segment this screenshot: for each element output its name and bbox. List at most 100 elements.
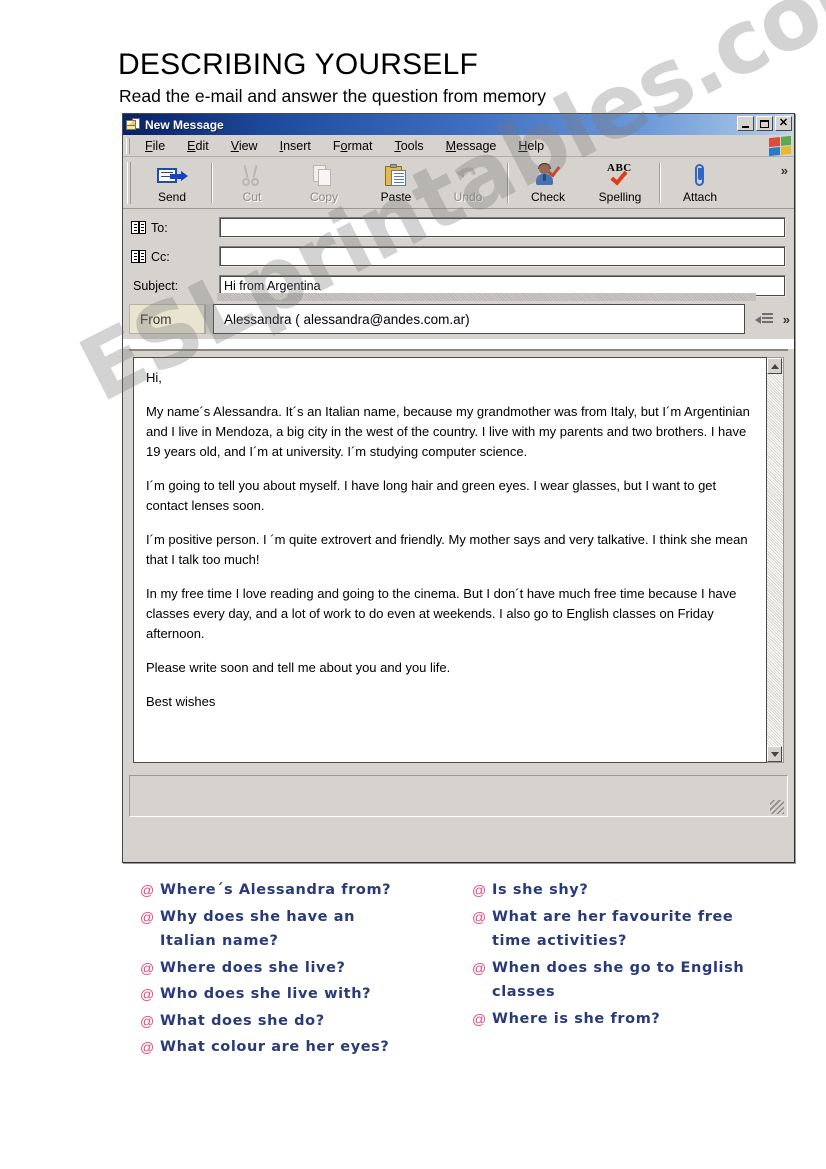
cut-label: Cut bbox=[242, 189, 262, 204]
paste-button[interactable]: Paste bbox=[360, 159, 432, 207]
from-indent-button[interactable] bbox=[749, 304, 779, 334]
body-paragraph: I´m positive person. I ´m quite extrover… bbox=[146, 532, 748, 567]
cc-row: Cc: bbox=[131, 244, 786, 269]
minimize-icon bbox=[742, 125, 749, 128]
menu-item-insert[interactable]: Insert bbox=[269, 137, 322, 155]
window-statusbar bbox=[129, 775, 788, 817]
from-input[interactable]: Alessandra ( alessandra@andes.com.ar) bbox=[213, 304, 745, 334]
menu-item-edit[interactable]: Edit bbox=[176, 137, 220, 155]
question-text: Is she shy? bbox=[492, 882, 589, 898]
to-label-group[interactable]: To: bbox=[131, 221, 219, 235]
undo-button[interactable]: Undo bbox=[432, 159, 504, 207]
check-names-button[interactable]: Check bbox=[512, 159, 584, 207]
menubar-gripper[interactable] bbox=[126, 137, 130, 154]
close-button[interactable]: ✕ bbox=[775, 116, 792, 131]
page-subtitle: Read the e-mail and answer the question … bbox=[119, 86, 547, 106]
at-bullet-icon: @ bbox=[140, 908, 155, 925]
body-paragraph: Please write soon and tell me about you … bbox=[146, 660, 451, 675]
body-paragraph: Best wishes bbox=[146, 694, 216, 709]
questions-left-column: @ Where´s Alessandra from? @ Why does sh… bbox=[138, 878, 428, 1062]
questions-section: @ Where´s Alessandra from? @ Why does sh… bbox=[138, 878, 778, 1062]
copy-label: Copy bbox=[309, 189, 338, 204]
message-body-text[interactable]: Hi, My name´s Alessandra. It´s an Italia… bbox=[133, 357, 767, 763]
question-text: What does she do? bbox=[160, 1012, 325, 1029]
toolbar-separator bbox=[211, 162, 213, 203]
copy-pages-icon bbox=[307, 163, 341, 189]
toolbar-gripper[interactable] bbox=[127, 161, 131, 204]
list-item: @ Where´s Alessandra from? bbox=[138, 878, 428, 903]
from-overflow-chevron-icon[interactable]: » bbox=[783, 312, 790, 327]
menu-item-help[interactable]: Help bbox=[507, 137, 555, 155]
menu-item-file[interactable]: File bbox=[134, 137, 176, 155]
new-message-window: New Message ✕ File Edit View Insert Form… bbox=[122, 113, 795, 863]
window-title: New Message bbox=[145, 117, 224, 132]
menu-item-format[interactable]: Format bbox=[322, 137, 384, 155]
spelling-button[interactable]: ABC Spelling bbox=[584, 159, 656, 207]
list-item: @ Where does she live? bbox=[138, 956, 428, 981]
body-vertical-scrollbar[interactable] bbox=[767, 357, 784, 763]
menu-item-message[interactable]: Message bbox=[435, 137, 508, 155]
resize-grip-handle[interactable] bbox=[770, 800, 784, 814]
list-item: @ What colour are her eyes? bbox=[138, 1035, 428, 1060]
window-titlebar: New Message ✕ bbox=[123, 114, 794, 135]
to-input[interactable] bbox=[219, 217, 786, 238]
scroll-up-button[interactable] bbox=[767, 358, 782, 374]
at-bullet-icon: @ bbox=[140, 1012, 155, 1029]
question-text: Why does she have an Italian name? bbox=[160, 908, 356, 950]
to-row: To: bbox=[131, 215, 786, 240]
list-item: @ Is she shy? bbox=[470, 878, 760, 903]
menu-item-view[interactable]: View bbox=[220, 137, 269, 155]
at-bullet-icon: @ bbox=[140, 986, 155, 1002]
copy-button[interactable]: Copy bbox=[288, 159, 360, 207]
body-paragraph: My name´s Alessandra. It´s an Italian na… bbox=[146, 404, 750, 459]
body-paragraph: In my free time I love reading and going… bbox=[146, 586, 737, 641]
from-label: From bbox=[129, 304, 205, 334]
message-body-panel: Hi, My name´s Alessandra. It´s an Italia… bbox=[129, 349, 788, 767]
subject-label: Subject: bbox=[133, 278, 179, 293]
scroll-down-button[interactable] bbox=[767, 746, 782, 762]
cc-input[interactable] bbox=[219, 246, 786, 267]
list-item: @ Why does she have an Italian name? bbox=[138, 905, 428, 954]
cut-button[interactable]: Cut bbox=[216, 159, 288, 207]
panel-gap bbox=[123, 339, 794, 349]
question-text: Where does she live? bbox=[160, 959, 346, 976]
send-label: Send bbox=[157, 189, 187, 204]
address-book-icon[interactable] bbox=[131, 250, 146, 263]
list-item: @ When does she go to English classes bbox=[470, 956, 760, 1005]
at-bullet-icon: @ bbox=[140, 959, 155, 976]
question-text: What colour are her eyes? bbox=[160, 1039, 390, 1055]
list-item: @ What does she do? bbox=[138, 1009, 428, 1034]
scissors-icon bbox=[235, 163, 269, 189]
windows-flag-icon bbox=[769, 135, 791, 157]
cc-label-group[interactable]: Cc: bbox=[131, 250, 219, 264]
indent-icon bbox=[754, 312, 773, 326]
undo-arrow-icon bbox=[451, 163, 485, 189]
toolbar-separator bbox=[507, 162, 509, 203]
check-names-icon bbox=[531, 163, 565, 189]
send-button[interactable]: Send bbox=[136, 159, 208, 207]
spelling-label: Spelling bbox=[598, 189, 642, 204]
at-bullet-icon: @ bbox=[140, 1039, 155, 1055]
message-header-fields: To: Cc: Subject: Hi from Argentina From bbox=[123, 209, 794, 339]
menu-item-tools[interactable]: Tools bbox=[383, 137, 434, 155]
paste-label: Paste bbox=[380, 189, 412, 204]
at-bullet-icon: @ bbox=[472, 882, 487, 898]
close-icon: ✕ bbox=[778, 117, 789, 129]
maximize-button[interactable] bbox=[756, 116, 773, 131]
field-shadow-strip bbox=[217, 293, 756, 301]
abc-spelling-icon: ABC bbox=[603, 162, 637, 189]
minimize-button[interactable] bbox=[737, 116, 754, 131]
toolbar-overflow-chevron-icon[interactable]: » bbox=[781, 163, 788, 178]
message-toolbar: Send Cut Copy Paste Undo Check ABC Spell… bbox=[123, 157, 794, 209]
worksheet-page: DESCRIBING YOURSELF Read the e-mail and … bbox=[0, 0, 826, 1169]
from-divider bbox=[205, 304, 213, 334]
question-text: What are her favourite free time activit… bbox=[492, 908, 734, 950]
question-text: Where´s Alessandra from? bbox=[160, 882, 392, 898]
address-book-icon[interactable] bbox=[131, 221, 146, 234]
toolbar-separator bbox=[659, 162, 661, 203]
at-bullet-icon: @ bbox=[472, 959, 487, 976]
questions-right-column: @ Is she shy? @ What are her favourite f… bbox=[470, 878, 760, 1062]
send-icon bbox=[155, 163, 189, 189]
attach-button[interactable]: Attach bbox=[664, 159, 736, 207]
new-message-icon bbox=[126, 117, 141, 132]
